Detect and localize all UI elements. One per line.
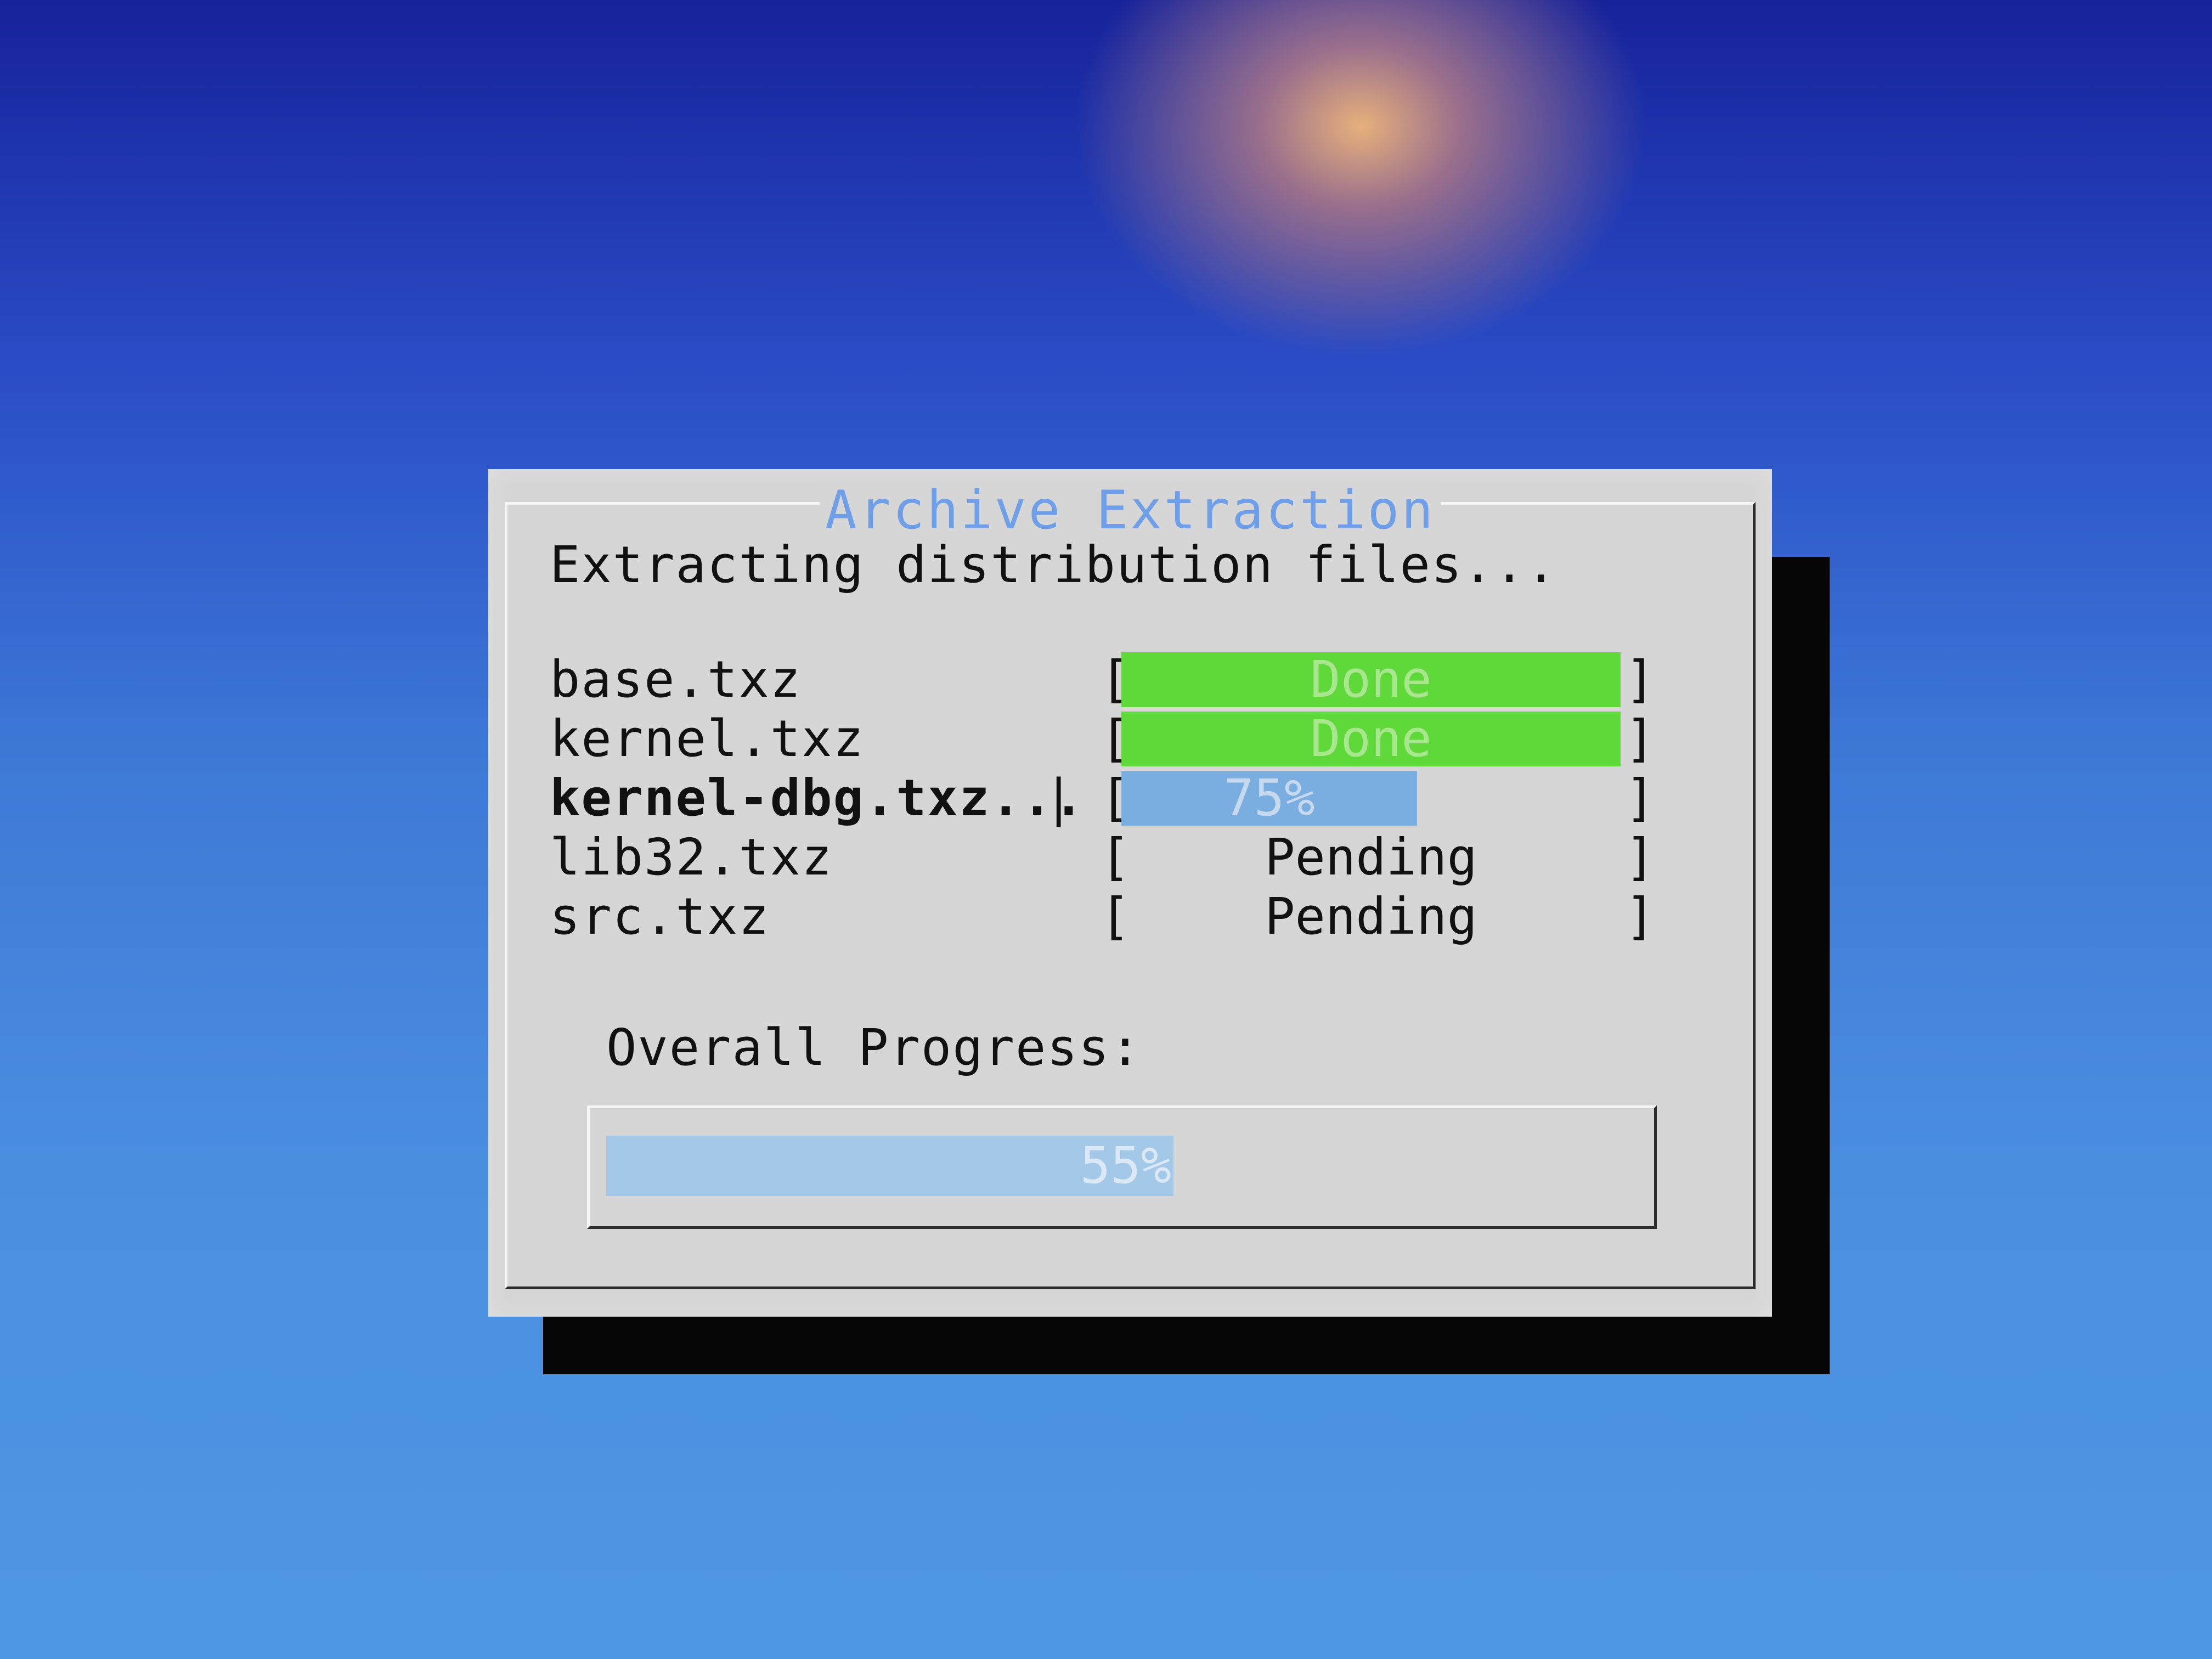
spinner-icon: |	[1043, 769, 1074, 827]
file-row: base.txz [ Done ]	[550, 650, 1713, 709]
status-text: Pending	[1265, 887, 1477, 946]
dialog-message: Extracting distribution files...	[550, 535, 1558, 594]
file-name: base.txz	[550, 650, 802, 709]
file-row: lib32.txz [ Pending ]	[550, 828, 1713, 887]
file-row-active: kernel-dbg.txz... | [ 75% ]	[550, 769, 1713, 828]
right-bracket: ]	[1625, 769, 1656, 827]
dialog-title-text: Archive Extraction	[819, 479, 1441, 541]
right-bracket: ]	[1625, 709, 1656, 768]
overall-progress-box: 55%	[587, 1105, 1657, 1229]
overall-progress-label: Overall Progress:	[606, 1018, 1142, 1077]
file-progress-text: 75%	[1223, 769, 1315, 827]
status-badge: Done	[1121, 652, 1621, 707]
overall-progress-bar: 55%	[606, 1136, 1638, 1196]
archive-extraction-dialog: Archive Extraction Extracting distributi…	[488, 469, 1772, 1317]
dialog-title: Archive Extraction	[488, 479, 1772, 541]
status-badge: Done	[1121, 712, 1621, 766]
file-name: kernel-dbg.txz...	[550, 769, 1085, 827]
right-bracket: ]	[1625, 887, 1656, 946]
right-bracket: ]	[1625, 650, 1656, 709]
overall-progress-text: 55%	[1080, 1136, 1171, 1195]
right-bracket: ]	[1625, 828, 1656, 887]
file-name: kernel.txz	[550, 709, 865, 768]
file-row: kernel.txz [ Done ]	[550, 709, 1713, 769]
status-text: Pending	[1265, 828, 1477, 887]
file-name: src.txz	[550, 887, 770, 946]
file-row: src.txz [ Pending ]	[550, 887, 1713, 946]
file-name: lib32.txz	[550, 828, 833, 887]
file-progress-bar: 75%	[1121, 771, 1621, 826]
